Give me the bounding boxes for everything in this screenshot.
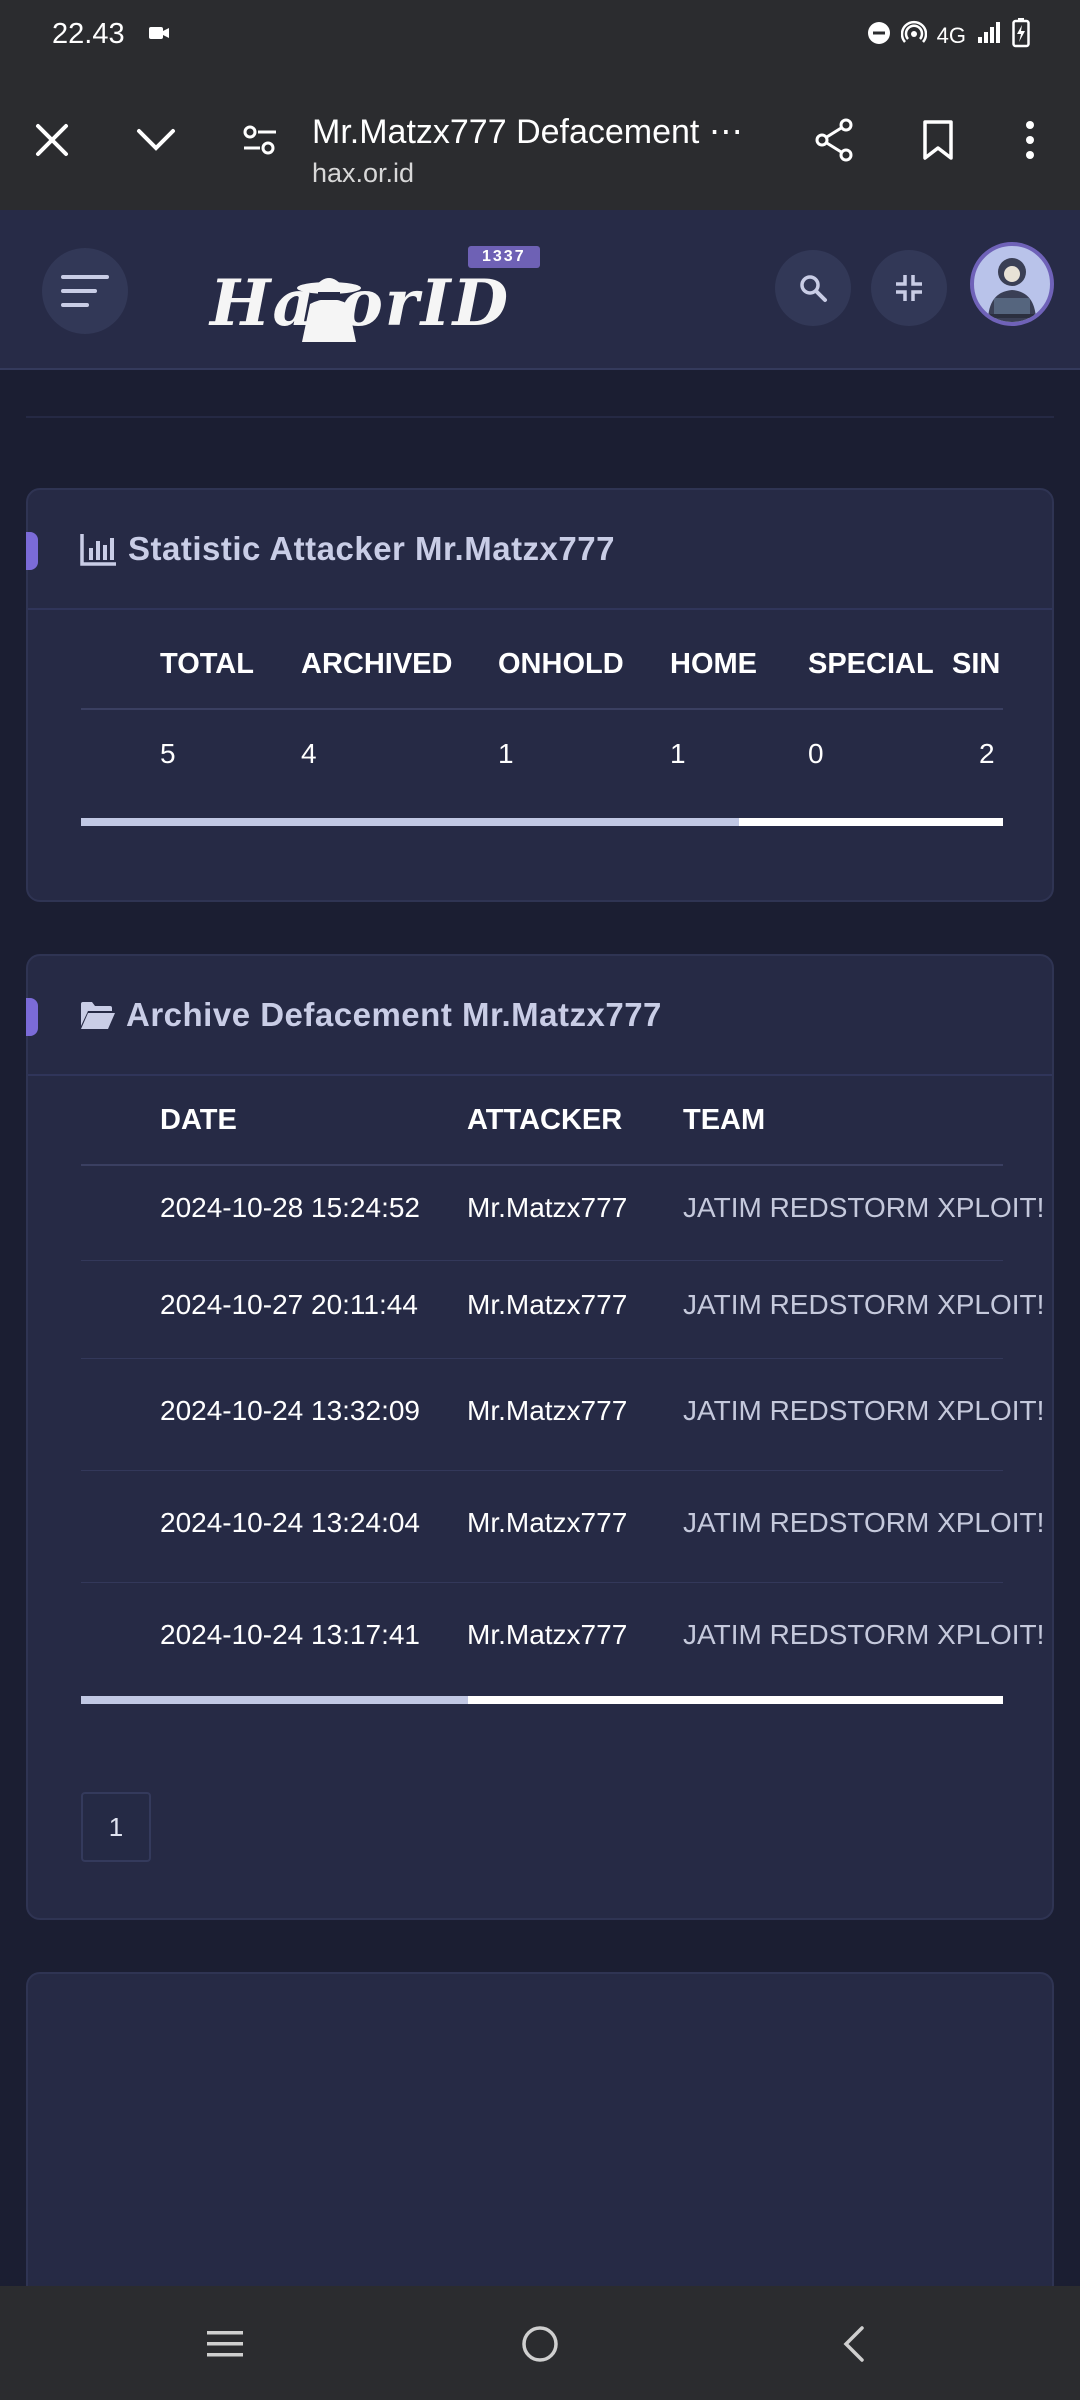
pagination-page-1[interactable]: 1 [81,1792,151,1862]
hamburger-icon [61,275,109,307]
status-bar: 22.43 4G [0,0,1080,72]
table-divider [81,1164,1003,1166]
row-divider [81,1358,1003,1359]
minimize-tab-button[interactable] [126,110,186,170]
site-logo[interactable]: 1337 Ha orID [206,246,546,346]
row-team[interactable]: JATIM REDSTORM XPLOIT! [683,1395,1044,1427]
hacker-avatar-icon [988,258,1036,322]
site-header: 1337 Ha orID [0,210,1080,370]
row-date[interactable]: 2024-10-28 15:24:52 [160,1192,420,1224]
header-divider [26,416,1054,418]
row-date[interactable]: 2024-10-27 20:11:44 [160,1289,418,1321]
statistic-card: Statistic Attacker Mr.Matzx777 TOTAL ARC… [26,488,1054,902]
chevron-down-icon [137,129,175,151]
compress-icon [896,275,922,301]
row-attacker[interactable]: Mr.Matzx777 [467,1395,627,1427]
row-attacker[interactable]: Mr.Matzx777 [467,1289,627,1321]
signal-icon [976,21,1002,51]
statistic-scrollbar[interactable] [81,818,1003,826]
hotspot-icon [900,20,927,52]
row-divider [81,1582,1003,1583]
archive-card: Archive Defacement Mr.Matzx777 DATE ATTA… [26,954,1054,1920]
row-date[interactable]: 2024-10-24 13:17:41 [160,1619,420,1651]
archive-scrollbar-thumb[interactable] [81,1696,469,1704]
card-accent [26,532,38,570]
row-attacker[interactable]: Mr.Matzx777 [467,1507,627,1539]
row-team[interactable]: JATIM REDSTORM XPLOIT! [683,1619,1044,1651]
logo-badge: 1337 [468,246,540,268]
home-circle-icon [522,2326,558,2362]
back-chevron-icon [843,2326,864,2362]
recent-apps-button[interactable] [190,2314,260,2374]
row-divider [81,1260,1003,1261]
row-attacker[interactable]: Mr.Matzx777 [467,1619,627,1651]
hacker-figure-icon [297,278,361,342]
exit-fullscreen-button[interactable] [871,250,947,326]
site-settings-button[interactable] [230,110,290,170]
card-accent [26,998,38,1036]
user-avatar[interactable] [970,242,1054,326]
row-date[interactable]: 2024-10-24 13:32:09 [160,1395,420,1427]
close-tab-button[interactable] [22,110,82,170]
stat-value-sin: 2 [979,738,995,769]
row-team[interactable]: JATIM REDSTORM XPLOIT! [683,1289,1044,1321]
screen-record-icon [148,24,170,47]
status-time: 22.43 [52,18,125,50]
column-header-home: HOME [670,648,757,680]
bar-chart-icon [80,532,118,571]
column-header-onhold: ONHOLD [498,648,624,680]
back-button[interactable] [818,2314,888,2374]
search-button[interactable] [775,250,851,326]
status-icons: 4G [867,18,1030,54]
row-team[interactable]: JATIM REDSTORM XPLOIT! [683,1192,1044,1224]
stat-value-home: 1 [670,738,686,769]
stat-value-archived: 4 [301,738,317,769]
table-divider [81,708,1003,710]
battery-icon [1012,18,1030,54]
network-type: 4G [936,23,966,48]
browser-toolbar: Mr.Matzx777 Defacement ⋯ hax.or.id [0,72,1080,210]
share-icon [815,118,853,162]
stat-value-total: 5 [160,738,176,769]
search-icon [800,275,827,302]
dnd-icon [867,21,891,51]
menu-button[interactable] [42,248,128,334]
row-attacker[interactable]: Mr.Matzx777 [467,1192,627,1224]
page-url[interactable]: hax.or.id [312,158,414,189]
stat-value-special: 0 [808,738,824,769]
column-header-special: SPECIAL [808,648,934,680]
column-header-date: DATE [160,1104,237,1136]
row-divider [81,1470,1003,1471]
statistic-card-header: Statistic Attacker Mr.Matzx777 [26,490,1052,610]
column-header-archived: ARCHIVED [301,648,453,680]
row-team[interactable]: JATIM REDSTORM XPLOIT! [683,1507,1044,1539]
column-header-sin: SIN [952,648,1001,680]
archive-table: DATE ATTACKER TEAM 2024-10-28 15:24:52 M… [81,1082,1044,1882]
column-header-total: TOTAL [160,648,254,680]
statistic-scrollbar-thumb[interactable] [81,818,740,826]
home-button[interactable] [505,2314,575,2374]
menu-lines-icon [207,2331,243,2357]
bookmark-button[interactable] [908,110,968,170]
statistic-table: TOTAL ARCHIVED ONHOLD HOME SPECIAL SIN 5… [81,616,1003,856]
close-icon [36,124,68,156]
stat-value-onhold: 1 [498,738,514,769]
column-header-attacker: ATTACKER [467,1104,623,1136]
folder-open-icon [80,1000,116,1035]
share-button[interactable] [804,110,864,170]
tune-icon [243,125,276,155]
page-title[interactable]: Mr.Matzx777 Defacement ⋯ [312,112,743,152]
archive-title: Archive Defacement Mr.Matzx777 [126,996,662,1033]
system-nav-bar [0,2286,1080,2400]
statistic-title: Statistic Attacker Mr.Matzx777 [128,530,615,567]
more-vert-icon [1026,121,1034,159]
more-options-button[interactable] [1000,110,1060,170]
row-date[interactable]: 2024-10-24 13:24:04 [160,1507,420,1539]
bookmark-icon [923,120,953,160]
column-header-team: TEAM [683,1104,766,1136]
archive-scrollbar[interactable] [81,1696,1003,1704]
archive-card-header: Archive Defacement Mr.Matzx777 [26,956,1052,1076]
